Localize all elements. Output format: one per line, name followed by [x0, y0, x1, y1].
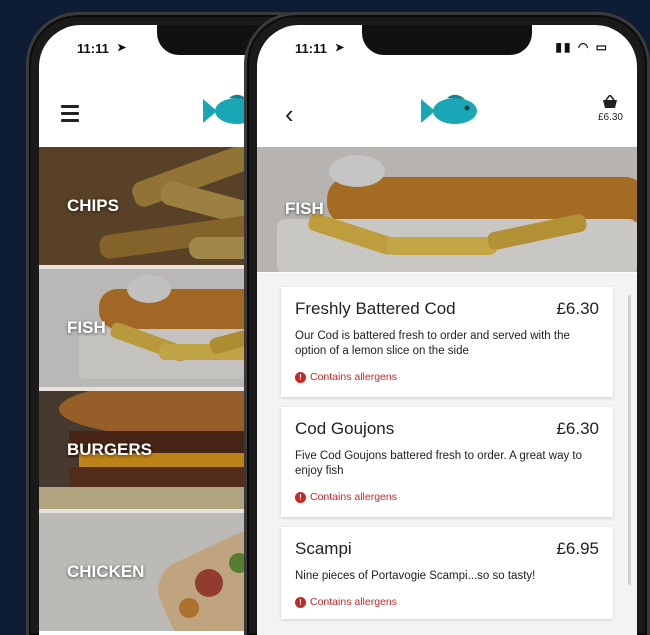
alert-icon: !	[295, 371, 306, 383]
status-bar: 11:11 ➤ ▮▮ ◠ ▭	[257, 35, 637, 63]
menu-item-list: Freshly Battered Cod £6.30 Our Cod is ba…	[257, 273, 637, 635]
menu-item-card[interactable]: Cod Goujons £6.30 Five Cod Goujons batte…	[281, 407, 613, 517]
item-description: Our Cod is battered fresh to order and s…	[295, 330, 570, 357]
basket-total: £6.30	[597, 112, 623, 123]
basket-icon	[603, 93, 618, 108]
item-name: Cod Goujons	[295, 419, 395, 438]
item-price: £6.30	[556, 419, 599, 438]
allergen-notice[interactable]: ! Contains allergens	[295, 491, 599, 503]
allergen-text: Contains allergens	[310, 371, 397, 383]
item-price: £6.30	[556, 299, 599, 318]
allergen-notice[interactable]: ! Contains allergens	[295, 596, 599, 608]
signal-wifi-battery-icon: ▮▮ ◠ ▭	[555, 40, 609, 54]
app-header: ‹ £6.30	[257, 79, 637, 147]
item-name: Scampi	[295, 539, 352, 558]
right-phone-screen: 11:11 ➤ ▮▮ ◠ ▭ ‹ £6.30 FISH Freshly Batt…	[257, 25, 637, 635]
item-description: Five Cod Goujons battered fresh to order…	[295, 450, 583, 477]
category-label: CHIPS	[67, 196, 119, 215]
basket-button[interactable]: £6.30	[597, 93, 623, 123]
item-description: Nine pieces of Portavogie Scampi...so so…	[295, 570, 536, 582]
category-label: FISH	[67, 318, 106, 337]
hamburger-icon[interactable]	[61, 105, 79, 126]
category-title: FISH	[285, 199, 324, 218]
allergen-notice[interactable]: ! Contains allergens	[295, 371, 599, 383]
back-chevron-icon[interactable]: ‹	[285, 99, 294, 130]
menu-item-card[interactable]: Scampi £6.95 Nine pieces of Portavogie S…	[281, 527, 613, 619]
alert-icon: !	[295, 596, 306, 608]
category-label: BURGERS	[67, 440, 153, 459]
allergen-text: Contains allergens	[310, 596, 397, 608]
category-hero: FISH	[257, 147, 637, 272]
location-arrow-icon: ➤	[117, 42, 127, 54]
fish-logo-icon	[421, 94, 477, 124]
scrollbar[interactable]	[628, 295, 631, 585]
item-name: Freshly Battered Cod	[295, 299, 456, 318]
location-arrow-icon: ➤	[335, 42, 345, 54]
alert-icon: !	[295, 491, 306, 503]
menu-item-card[interactable]: Freshly Battered Cod £6.30 Our Cod is ba…	[281, 287, 613, 397]
category-label: CHICKEN	[67, 562, 145, 581]
status-time: 11:11	[295, 41, 327, 56]
item-price: £6.95	[556, 539, 599, 558]
status-time: 11:11	[77, 41, 109, 56]
allergen-text: Contains allergens	[310, 491, 397, 503]
right-phone-frame: 11:11 ➤ ▮▮ ◠ ▭ ‹ £6.30 FISH Freshly Batt…	[244, 12, 650, 635]
